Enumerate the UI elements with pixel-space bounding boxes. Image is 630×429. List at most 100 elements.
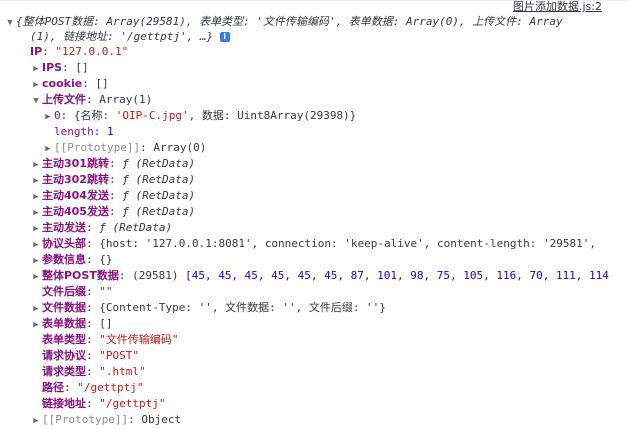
prop-value: "POST" [99,349,139,362]
object-summary-row2: (1), 链接地址: '/gettptj', …} i [30,29,230,45]
function-icon: ƒ [99,221,106,234]
prop-params[interactable]: ▶ 参数信息: {} [30,252,113,269]
prop-link: 链接地址: "/gettptj" [42,397,166,410]
prop-value: [] [95,77,109,90]
prop-key: 主动301跳转 [42,157,109,170]
prop-send-404[interactable]: ▶ 主动404发送: ƒ (RetData) [30,188,195,204]
prop-ips[interactable]: ▶ IPS: [] [30,60,89,77]
prop-key: [[Prototype]] [42,413,129,426]
prop-file-data[interactable]: ▶ 文件数据: {Content-Type: '', 文件数据: '', 文件后缀… [30,300,386,316]
prop-value: (RetData) [135,205,196,218]
prop-key: IPS [42,61,63,74]
prop-upload[interactable]: ▼ 上传文件: Array(1) [30,92,152,108]
prop-count: (29581) [132,269,179,282]
prop-value: [] [99,317,113,330]
expand-triangle-icon[interactable]: ▶ [30,61,42,77]
prop-upload-0[interactable]: ▶ 0: {名称: 'OIP-C.jpg', 数据: Uint8Array(293… [42,108,356,124]
prop-value: [] [75,61,89,74]
prop-key: length [54,125,94,138]
prop-value: {} [99,253,113,266]
prop-value: "/gettptj" [99,397,166,410]
function-icon: ƒ [122,173,129,186]
prop-key: 链接地址 [42,397,86,410]
prop-value: {Content-Type: '', 文件数据: '', 文件后缀: ''} [99,301,386,314]
prop-redirect-302[interactable]: ▶ 主动302跳转: ƒ (RetData) [30,172,195,188]
prop-cookie[interactable]: ▶ cookie: [] [30,76,109,93]
function-icon: ƒ [122,157,129,170]
prop-value: (RetData) [135,173,196,186]
collapse-triangle-icon[interactable]: ▼ [30,93,42,109]
prop-key: cookie [42,77,83,90]
prop-key: 表单类型 [42,333,86,346]
prop-key: 主动405发送 [42,205,109,218]
prop-value: Array(1) [99,93,153,106]
prop-value: {host: '127.0.0.1:8081', connection: 'ke… [99,237,596,250]
prop-request-type: 请求类型: ".html" [42,365,146,378]
expand-triangle-icon[interactable]: ▶ [42,141,54,157]
prop-suffix: 文件后缀: "" [42,285,113,298]
prop-value: "/gettptj" [77,381,144,394]
prop-key: 协议头部 [42,237,86,250]
prop-value: Object [141,413,182,426]
prop-value-a: {名称: [73,109,116,122]
prop-length: length: 1 [54,125,114,138]
prop-value: "" [99,285,113,298]
prop-value: (RetData) [135,189,196,202]
object-summary-row[interactable]: ▼ {整体POST数据: Array(29581), 表单类型: '文件传输编码'… [4,14,563,31]
prop-headers[interactable]: ▶ 协议头部: {host: '127.0.0.1:8081', connecti… [30,236,596,252]
prop-key: 参数信息 [42,253,86,266]
prop-ip: IP: "127.0.0.1" [30,45,129,58]
prop-key: 主动发送 [42,221,86,234]
prop-key: 整体POST数据 [42,269,119,282]
expand-triangle-icon[interactable]: ▶ [30,413,42,429]
prop-value: ".html" [99,365,146,378]
expand-triangle-icon[interactable]: ▶ [30,237,42,253]
object-summary-line2: (1), 链接地址: '/gettptj', …} [30,30,214,43]
prop-path: 路径: "/gettptj" [42,381,144,394]
prop-value: (RetData) [135,157,196,170]
prop-key: 0 [54,109,61,122]
prop-prototype-object[interactable]: ▶ [[Prototype]]: Object [30,412,181,428]
expand-triangle-icon[interactable]: ▶ [30,301,42,317]
info-icon[interactable]: i [219,32,230,42]
expand-triangle-icon[interactable]: ▶ [30,221,42,237]
object-summary-line1: {整体POST数据: Array(29581), 表单类型: '文件传输编码',… [16,15,563,28]
source-link[interactable]: 图片添加数据.js:2 [513,0,602,14]
expand-triangle-icon[interactable]: ▶ [30,317,42,333]
prop-key: 主动404发送 [42,189,109,202]
prop-key: 上传文件 [42,93,86,106]
prop-value: Array(0) [153,141,207,154]
expand-triangle-icon[interactable]: ▶ [30,205,42,221]
prop-value: "文件传输编码" [99,333,179,346]
prop-form-type: 表单类型: "文件传输编码" [42,333,179,346]
expand-triangle-icon[interactable]: ▶ [30,157,42,173]
function-icon: ƒ [122,189,129,202]
prop-value: (RetData) [112,221,173,234]
prop-value: "127.0.0.1" [55,45,129,58]
expand-triangle-icon[interactable]: ▶ [30,189,42,205]
prop-send-405[interactable]: ▶ 主动405发送: ƒ (RetData) [30,204,195,220]
prop-send[interactable]: ▶ 主动发送: ƒ (RetData) [30,220,172,236]
prop-key: IP [30,45,43,58]
prop-form-data[interactable]: ▶ 表单数据: [] [30,316,113,333]
prop-value: 1 [107,125,114,138]
prop-key: 主动302跳转 [42,173,109,186]
prop-key: 文件数据 [42,301,86,314]
prop-key: 请求协议 [42,349,86,362]
prop-value: [45, 45, 45, 45, 45, 45, 87, 101, 98, 75… [185,269,609,282]
prop-redirect-301[interactable]: ▶ 主动301跳转: ƒ (RetData) [30,156,195,172]
expand-triangle-icon[interactable]: ▶ [42,109,54,125]
prop-prototype-array[interactable]: ▶ [[Prototype]]: Array(0) [42,140,206,156]
prop-key: 请求类型 [42,365,86,378]
prop-key: 路径 [42,381,64,394]
expand-triangle-icon[interactable]: ▶ [30,77,42,93]
expand-triangle-icon[interactable]: ▶ [30,269,42,285]
function-icon: ƒ [122,205,129,218]
prop-key: 表单数据 [42,317,86,330]
expand-triangle-icon[interactable]: ▼ [4,15,16,31]
expand-triangle-icon[interactable]: ▶ [30,173,42,189]
prop-value-b: 'OIP-C.jpg' [115,109,189,122]
expand-triangle-icon[interactable]: ▶ [30,253,42,269]
prop-method: 请求协议: "POST" [42,349,139,362]
prop-post-data[interactable]: ▶ 整体POST数据: (29581) [45, 45, 45, 45, 45, … [30,268,609,284]
